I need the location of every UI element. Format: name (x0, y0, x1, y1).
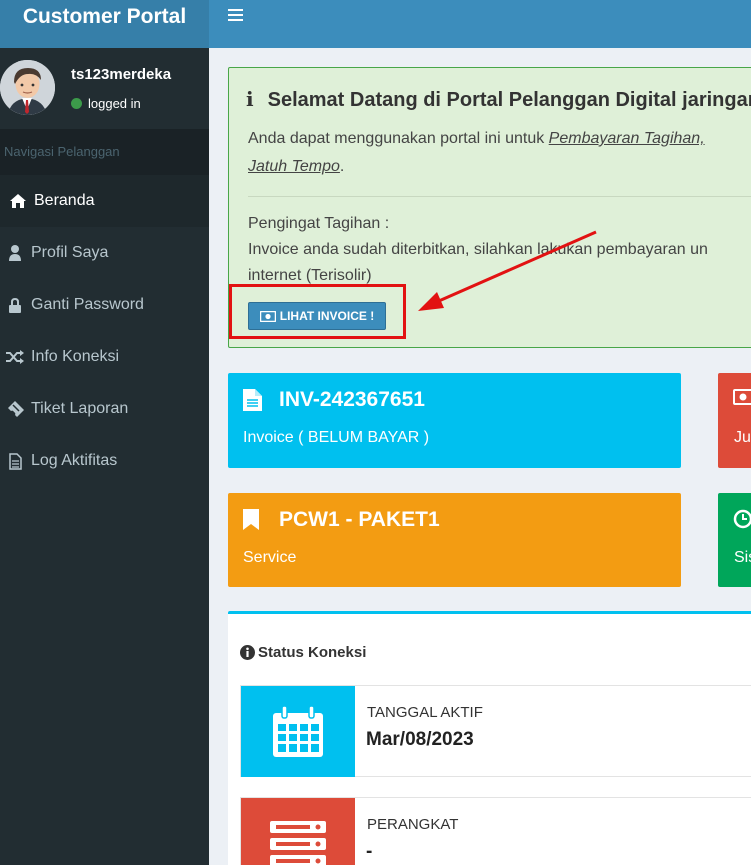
service-label: Service (243, 549, 297, 566)
sidebar-item-log-aktifitas[interactable]: Log Aktifitas (0, 435, 209, 487)
active-date-label: TANGGAL AKTIF (367, 704, 483, 721)
service-info-box[interactable]: PCW1 - PAKET1 Service (228, 493, 681, 587)
sidebar-item-label: Info Koneksi (31, 348, 120, 365)
sidebar-item-profil-saya[interactable]: Profil Saya (0, 227, 209, 279)
bookmark-icon (243, 509, 259, 535)
clock-icon (733, 509, 751, 534)
server-icon (241, 798, 355, 865)
user-icon (5, 227, 25, 279)
info-icon: i (246, 87, 254, 111)
file-icon (243, 389, 262, 416)
callout-divider (248, 196, 751, 197)
sidebar-item-beranda[interactable]: Beranda (0, 175, 209, 227)
status-row-device: PERANGKAT - (240, 797, 751, 865)
sidebar-item-info-koneksi[interactable]: Info Koneksi (0, 331, 209, 383)
invoice-status: Invoice ( BELUM BAYAR ) (243, 429, 430, 446)
annotation-highlight-box (229, 284, 406, 339)
ticket-icon (5, 383, 25, 435)
lock-icon (5, 279, 25, 331)
file-text-icon (5, 435, 25, 487)
sidebar-item-label: Beranda (34, 192, 95, 209)
sidebar-item-tiket-laporan[interactable]: Tiket Laporan (0, 383, 209, 435)
sidebar-item-label: Log Aktifitas (31, 452, 118, 469)
billing-reminder: Pengingat Tagihan : Invoice anda sudah d… (248, 211, 708, 289)
connection-status-panel: Status Koneksi TANGGAL AKTIF Mar/08/2023 (228, 611, 751, 865)
user-status: logged in (71, 96, 141, 111)
reminder-title: Pengingat Tagihan : (248, 215, 390, 232)
user-status-label: logged in (88, 96, 141, 111)
online-status-icon (71, 98, 82, 109)
payment-link[interactable]: Pembayaran Tagihan, (549, 130, 705, 147)
sidebar-item-ganti-password[interactable]: Ganti Password (0, 279, 209, 331)
avatar (0, 60, 55, 115)
active-date-value: Mar/08/2023 (366, 729, 474, 750)
random-icon (5, 331, 25, 383)
invoice-info-box[interactable]: INV-242367651 Invoice ( BELUM BAYAR ) (228, 373, 681, 468)
status-panel-title: Status Koneksi (240, 644, 366, 661)
due-date-link[interactable]: Jatuh Tempo (248, 158, 340, 175)
app-title: Customer Portal (22, 5, 187, 28)
status-panel-title-text: Status Koneksi (258, 644, 367, 661)
info-circle-icon (240, 645, 255, 660)
status-row-active-date: TANGGAL AKTIF Mar/08/2023 (240, 685, 751, 777)
due-date-info-box[interactable]: Ju (718, 373, 751, 468)
home-icon (8, 175, 28, 227)
service-package: PCW1 - PAKET1 (279, 508, 440, 531)
callout-text: Anda dapat menggunakan portal ini untuk … (248, 125, 751, 181)
sidebar: ts123merdeka logged in Navigasi Pelangga… (0, 48, 209, 865)
device-value: - (366, 841, 373, 862)
invoice-number: INV-242367651 (279, 388, 425, 411)
due-date-label: Ju (734, 429, 751, 446)
user-panel: ts123merdeka logged in (0, 48, 209, 129)
callout-text-suffix: . (339, 158, 345, 175)
reminder-line-1: Invoice anda sudah diterbitkan, silahkan… (248, 241, 708, 258)
sidebar-item-label: Tiket Laporan (31, 400, 129, 417)
calendar-icon (241, 686, 355, 777)
sidebar-item-label: Profil Saya (31, 244, 109, 261)
sidebar-toggle-icon[interactable] (228, 9, 243, 23)
callout-title-text: Selamat Datang di Portal Pelanggan Digit… (267, 89, 751, 111)
app-logo[interactable]: Customer Portal (0, 0, 209, 48)
top-navbar (209, 0, 751, 48)
remaining-info-box[interactable]: Sis (718, 493, 751, 587)
sidebar-item-label: Ganti Password (31, 296, 144, 313)
callout-title: i Selamat Datang di Portal Pelanggan Digi… (246, 87, 751, 112)
money-icon (733, 389, 751, 410)
device-label: PERANGKAT (367, 816, 459, 833)
user-name: ts123merdeka (71, 66, 172, 83)
remaining-label: Sis (734, 549, 751, 566)
callout-text-prefix: Anda dapat menggunakan portal ini untuk (248, 130, 549, 147)
sidebar-header: Navigasi Pelanggan (0, 129, 209, 175)
